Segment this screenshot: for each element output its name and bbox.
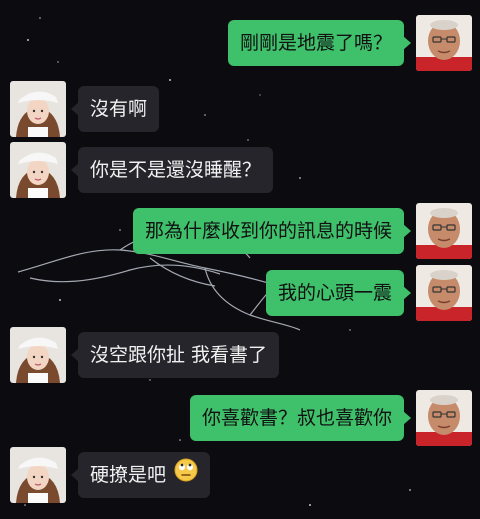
- message-bubble-incoming[interactable]: 硬撩是吧: [70, 452, 211, 499]
- eye-roll-emoji-icon: [174, 453, 198, 499]
- message-row: 我的心頭一震: [265, 265, 472, 321]
- message-text: 剛剛是地震了嗎？: [239, 32, 392, 54]
- avatar-girl[interactable]: [10, 142, 66, 198]
- message-bubble-outgoing[interactable]: 你喜歡書？叔也喜歡你: [189, 395, 412, 441]
- message-text: 那為什麼收到你的訊息的時候: [144, 220, 392, 242]
- message-text: 沒空跟你扯 我看書了: [90, 344, 268, 366]
- message-row: 你喜歡書？叔也喜歡你: [189, 390, 472, 446]
- message-bubble-incoming[interactable]: 沒空跟你扯 我看書了: [70, 332, 280, 378]
- message-text: 我的心頭一震: [277, 282, 392, 304]
- message-row: 沒有啊: [10, 81, 160, 137]
- message-text: 沒有啊: [90, 98, 148, 120]
- message-bubble-outgoing[interactable]: 那為什麼收到你的訊息的時候: [132, 208, 412, 254]
- avatar-uncle[interactable]: [416, 265, 472, 321]
- message-row: 硬撩是吧: [10, 447, 211, 503]
- message-text: 你是不是還沒睡醒？: [90, 159, 262, 181]
- avatar-uncle[interactable]: [416, 15, 472, 71]
- message-text: 你喜歡書？叔也喜歡你: [201, 407, 392, 429]
- message-bubble-incoming[interactable]: 沒有啊: [70, 86, 160, 132]
- message-row: 你是不是還沒睡醒？: [10, 142, 274, 198]
- message-bubble-incoming[interactable]: 你是不是還沒睡醒？: [70, 147, 274, 193]
- message-bubble-outgoing[interactable]: 剛剛是地震了嗎？: [227, 20, 412, 66]
- avatar-uncle[interactable]: [416, 390, 472, 446]
- message-row: 剛剛是地震了嗎？: [227, 15, 472, 71]
- avatar-girl[interactable]: [10, 327, 66, 383]
- avatar-girl[interactable]: [10, 81, 66, 137]
- message-text: 硬撩是吧: [90, 464, 167, 486]
- message-row: 沒空跟你扯 我看書了: [10, 327, 280, 383]
- avatar-girl[interactable]: [10, 447, 66, 503]
- message-row: 那為什麼收到你的訊息的時候: [132, 203, 472, 259]
- message-bubble-outgoing[interactable]: 我的心頭一震: [265, 270, 412, 316]
- avatar-uncle[interactable]: [416, 203, 472, 259]
